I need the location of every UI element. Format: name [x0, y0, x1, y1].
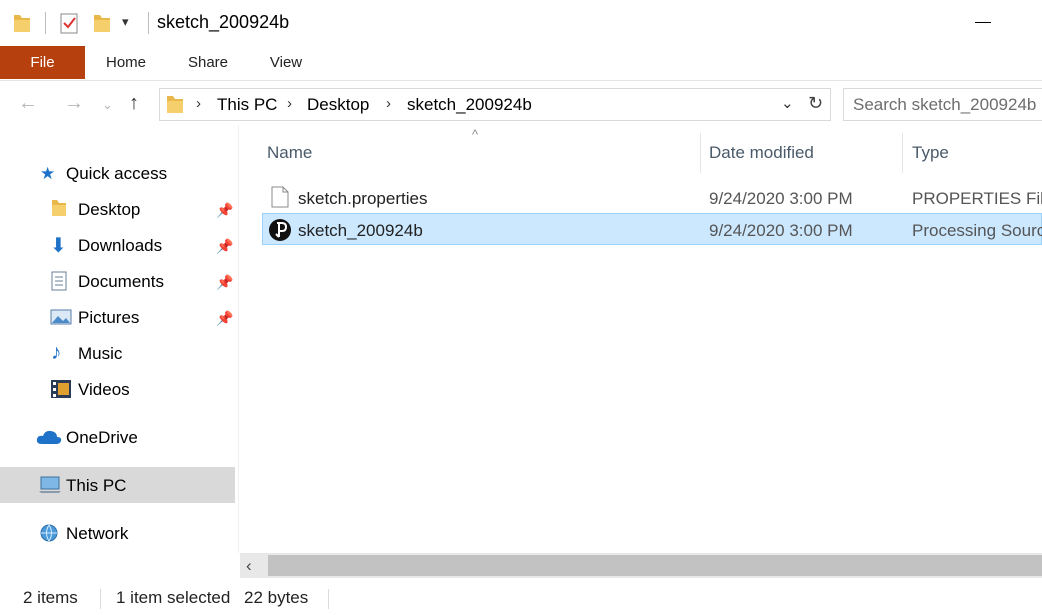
sidebar-item-videos[interactable]: Videos: [78, 380, 130, 400]
window-title: sketch_200924b: [157, 12, 290, 32]
music-note-icon: ♪: [51, 341, 62, 364]
star-icon: ★: [40, 164, 56, 183]
customize-toolbar-icon[interactable]: ▾: [122, 14, 129, 30]
tab-file[interactable]: File: [0, 46, 85, 79]
column-header-type[interactable]: Type: [912, 143, 949, 163]
back-arrow-icon[interactable]: ←: [18, 92, 38, 115]
pictures-icon: [50, 309, 72, 325]
file-type: Processing Source: [912, 221, 1042, 240]
documents-icon: [51, 271, 67, 291]
column-header-name[interactable]: Name: [267, 143, 312, 163]
videos-icon: [51, 380, 71, 398]
tab-view[interactable]: View: [256, 46, 316, 79]
forward-arrow-icon[interactable]: →: [64, 92, 84, 115]
sidebar-item-onedrive[interactable]: OneDrive: [66, 428, 138, 448]
status-item-count: 2 items: [23, 588, 78, 607]
cloud-icon: [36, 430, 62, 444]
file-name[interactable]: sketch.properties: [298, 189, 427, 209]
folder-icon: [52, 200, 66, 216]
tab-share[interactable]: Share: [178, 46, 238, 79]
chevron-right-icon[interactable]: ›: [196, 95, 201, 112]
pin-icon[interactable]: 📌: [216, 202, 233, 219]
minimize-icon[interactable]: [975, 22, 991, 23]
pane-divider[interactable]: [238, 125, 239, 553]
scrollbar-thumb[interactable]: [268, 555, 1042, 576]
pin-icon[interactable]: 📌: [216, 274, 233, 291]
sidebar-item-music[interactable]: Music: [78, 344, 122, 364]
divider: [100, 589, 101, 609]
new-folder-icon[interactable]: [92, 12, 112, 34]
sidebar-item-this-pc[interactable]: This PC: [66, 476, 126, 496]
processing-logo-icon: [269, 219, 291, 241]
folder-icon: [167, 96, 183, 113]
sidebar-item-documents[interactable]: Documents: [78, 272, 164, 292]
recent-locations-icon[interactable]: ⌄: [102, 97, 113, 113]
divider: [45, 12, 46, 34]
sidebar-item-desktop[interactable]: Desktop: [78, 200, 140, 220]
properties-icon[interactable]: [58, 12, 80, 34]
pin-icon[interactable]: 📌: [216, 238, 233, 255]
network-icon: [40, 524, 58, 542]
sidebar-item-network[interactable]: Network: [66, 524, 128, 544]
sidebar-item-downloads[interactable]: Downloads: [78, 236, 162, 256]
sidebar-item-pictures[interactable]: Pictures: [78, 308, 139, 328]
file-date: 9/24/2020 3:00 PM: [709, 189, 853, 208]
refresh-icon[interactable]: ↻: [808, 93, 823, 114]
chevron-right-icon[interactable]: ›: [287, 95, 292, 112]
file-date: 9/24/2020 3:00 PM: [709, 221, 853, 240]
divider: [328, 589, 329, 609]
tab-home[interactable]: Home: [96, 46, 156, 79]
file-icon: [271, 186, 289, 208]
status-selection: 1 item selected: [116, 588, 231, 607]
download-arrow-icon: ⬇: [50, 235, 67, 257]
divider: [148, 12, 149, 34]
breadcrumb-desktop[interactable]: Desktop: [307, 95, 369, 115]
scroll-left-icon[interactable]: ‹: [246, 556, 252, 576]
up-arrow-icon[interactable]: ↑: [129, 92, 139, 115]
status-size: 22 bytes: [244, 588, 309, 607]
file-type: PROPERTIES File: [912, 189, 1042, 208]
folder-icon: [14, 15, 30, 32]
breadcrumb-this-pc[interactable]: This PC: [217, 95, 277, 115]
ribbon-tabs: File Home Share View: [0, 46, 1042, 81]
sidebar-item-quick-access[interactable]: Quick access: [66, 164, 167, 184]
breadcrumb-sketch-folder[interactable]: sketch_200924b: [407, 95, 532, 115]
column-divider[interactable]: [700, 133, 701, 173]
search-input[interactable]: Search sketch_200924b: [853, 95, 1036, 115]
address-dropdown-icon[interactable]: ⌄: [781, 94, 794, 112]
file-name[interactable]: sketch_200924b: [298, 221, 423, 241]
chevron-right-icon[interactable]: ›: [386, 95, 391, 112]
pin-icon[interactable]: 📌: [216, 310, 233, 327]
column-header-date-modified[interactable]: Date modified: [709, 143, 814, 163]
sort-ascending-icon: ^: [472, 127, 479, 142]
computer-icon: [39, 476, 61, 493]
column-divider[interactable]: [902, 133, 903, 173]
